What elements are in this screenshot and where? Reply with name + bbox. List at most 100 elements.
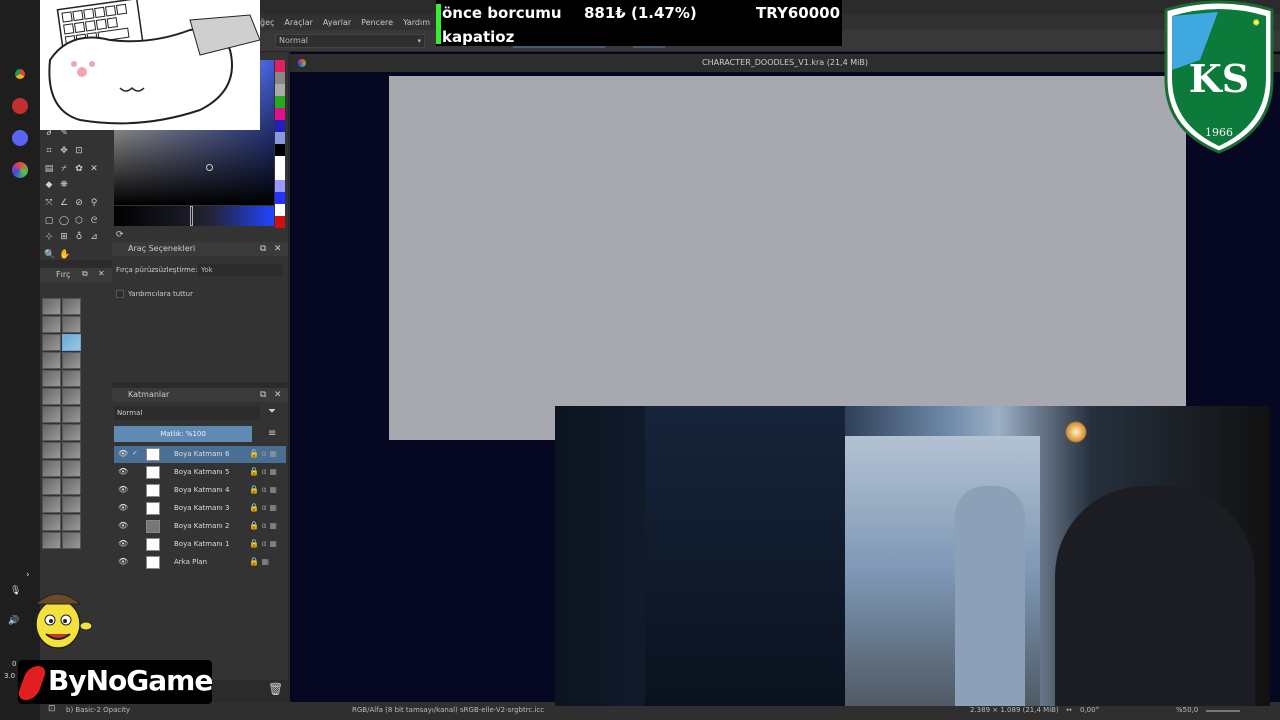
layer-flags-icon[interactable]: 🔒 α ▦	[249, 539, 277, 548]
move-tool-icon[interactable]: ✥	[59, 146, 69, 156]
layer-flags-icon[interactable]: 🔒 α ▦	[249, 503, 277, 512]
contiguous-select-icon[interactable]: ⊹	[44, 232, 54, 242]
zoom-tool-icon[interactable]: 🔍	[44, 250, 55, 260]
bezier-select-icon[interactable]: ♁	[74, 232, 84, 242]
layer-flags-icon[interactable]: 🔒 α ▦	[249, 467, 277, 476]
hue-slider-handle[interactable]	[190, 206, 193, 226]
swatch[interactable]	[275, 144, 285, 156]
brush-preset[interactable]	[62, 388, 81, 405]
zoom-slider[interactable]	[1206, 710, 1240, 712]
eye-icon[interactable]: 👁	[118, 467, 128, 476]
gradient-tool-icon[interactable]: ▤	[44, 164, 54, 174]
brush-preset[interactable]	[42, 532, 61, 549]
layer-flags-icon[interactable]: 🔒 α ▦	[249, 521, 277, 530]
eye-icon[interactable]: 👁	[118, 539, 128, 548]
float-icon[interactable]: ⧉	[260, 388, 266, 402]
brush-preset[interactable]	[42, 442, 61, 459]
layer-flags-icon[interactable]: 🔒 α ▦	[249, 449, 277, 458]
swatch[interactable]	[275, 84, 285, 96]
brush-preset[interactable]	[42, 478, 61, 495]
ellipse-select-icon[interactable]: ◯	[59, 216, 69, 226]
brush-preset[interactable]	[62, 316, 81, 333]
eye-icon[interactable]: 👁	[118, 557, 128, 566]
close-tool-icon[interactable]: ✕	[89, 164, 99, 174]
swatch[interactable]	[275, 216, 285, 228]
brush-preset[interactable]	[42, 334, 61, 351]
brush-preset[interactable]	[42, 370, 61, 387]
brush-preset[interactable]	[42, 316, 61, 333]
rotation-value[interactable]: 0,00°	[1080, 706, 1099, 714]
hue-slider[interactable]	[114, 206, 274, 226]
brush-preset[interactable]	[62, 460, 81, 477]
layer-blend-select[interactable]: Normal	[114, 406, 260, 420]
menu-edit[interactable]: ğeç	[260, 18, 274, 27]
fill-tool-icon[interactable]: ◆	[44, 180, 54, 190]
layer-row[interactable]: 👁 ✓ Boya Katmanı 6 🔒 α ▦	[114, 446, 286, 463]
brush-preset[interactable]	[62, 406, 81, 423]
brush-preset[interactable]	[62, 442, 81, 459]
brush-preset[interactable]	[62, 424, 81, 441]
swatch[interactable]	[275, 180, 285, 192]
rect-select-icon[interactable]: ▢	[44, 216, 54, 226]
swatch[interactable]	[275, 204, 285, 216]
swatch[interactable]	[275, 156, 285, 168]
swatch[interactable]	[275, 72, 285, 84]
menu-window[interactable]: Pencere	[361, 18, 393, 27]
smoothing-select[interactable]: Yok	[198, 264, 282, 276]
swatch[interactable]	[275, 168, 285, 180]
brush-preset[interactable]	[42, 352, 61, 369]
swatch[interactable]	[275, 192, 285, 204]
layer-row[interactable]: 👁 Boya Katmanı 3 🔒 α ▦	[114, 500, 286, 517]
chevron-right-icon[interactable]: ›	[26, 570, 30, 580]
menu-help[interactable]: Yardım	[403, 18, 430, 27]
snap-assistant-checkbox[interactable]	[116, 290, 124, 298]
swatch[interactable]	[275, 132, 285, 144]
brush-preset[interactable]	[42, 406, 61, 423]
eye-icon[interactable]: 👁	[118, 449, 128, 458]
layer-row[interactable]: 👁 Boya Katmanı 4 🔒 α ▦	[114, 482, 286, 499]
brush-icon[interactable]: ⊡	[48, 704, 56, 714]
close-icon[interactable]: ✕	[274, 388, 282, 402]
brush-preset[interactable]	[62, 298, 81, 315]
app-icon-red[interactable]	[12, 98, 28, 114]
volume-icon[interactable]: 🔊	[8, 616, 19, 626]
lasso-select-icon[interactable]: ᘓ	[89, 216, 99, 226]
layer-row[interactable]: 👁 Boya Katmanı 2 🔒 α ▦	[114, 518, 286, 535]
smart-patch-icon[interactable]: ✿	[74, 164, 84, 174]
brush-preset[interactable]	[42, 298, 61, 315]
eye-icon[interactable]: 👁	[118, 521, 128, 530]
swatch[interactable]	[275, 96, 285, 108]
brush-preset[interactable]	[42, 496, 61, 513]
eye-icon[interactable]: 👁	[118, 503, 128, 512]
color-picker-icon[interactable]: ⌿	[59, 164, 69, 174]
eye-icon[interactable]: 👁	[118, 485, 128, 494]
color-picker-ring[interactable]	[206, 164, 213, 171]
layer-row[interactable]: 👁 Boya Katmanı 1 🔒 α ▦	[114, 536, 286, 553]
menu-settings[interactable]: Ayarlar	[323, 18, 351, 27]
brush-preset[interactable]	[62, 352, 81, 369]
mic-icon[interactable]: 🎙	[10, 586, 21, 596]
layer-opacity-slider[interactable]: Matlık: %100	[114, 426, 252, 442]
delete-layer-icon[interactable]: 🗑	[268, 682, 283, 696]
float-icon[interactable]: ⧉	[260, 242, 266, 256]
brush-preset[interactable]	[62, 514, 81, 531]
blend-mode-select[interactable]: Normal ▾	[275, 34, 425, 48]
polygon-select-icon[interactable]: ⬡	[74, 216, 84, 226]
zoom-value[interactable]: %50,0	[1176, 706, 1198, 714]
reference-tool-icon[interactable]: ⊘	[74, 198, 84, 208]
brush-preset[interactable]	[42, 514, 61, 531]
crop-tool-icon[interactable]: ⌗	[44, 146, 54, 156]
pan-tool-icon[interactable]: ✋	[59, 250, 70, 260]
float-icon[interactable]: ⧉	[82, 269, 88, 279]
brush-preset[interactable]	[62, 370, 81, 387]
close-icon[interactable]: ✕	[98, 269, 105, 278]
chrome-icon[interactable]	[12, 66, 28, 82]
measure-tool-icon[interactable]: ∠	[59, 198, 69, 208]
magnetic-select-icon[interactable]: ⊿	[89, 232, 99, 242]
brush-preset[interactable]	[62, 532, 81, 549]
swatch[interactable]	[275, 108, 285, 120]
transform-tool-icon[interactable]: ⊡	[74, 146, 84, 156]
krita-icon[interactable]	[12, 162, 28, 178]
layer-row[interactable]: 👁 Arka Plan 🔒 ▦	[114, 554, 286, 571]
layer-row[interactable]: 👁 Boya Katmanı 5 🔒 α ▦	[114, 464, 286, 481]
